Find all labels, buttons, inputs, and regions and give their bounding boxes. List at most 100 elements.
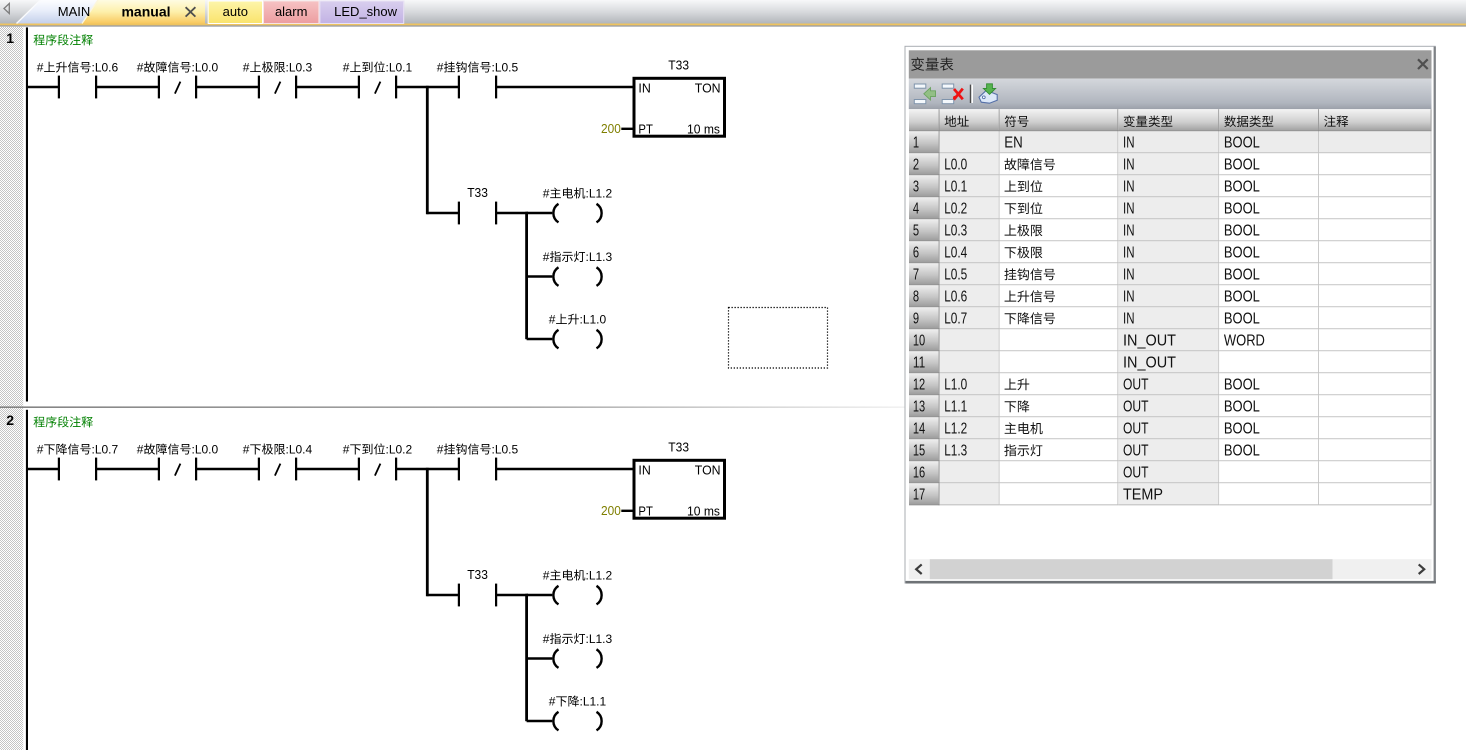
svg-text:4: 4 xyxy=(913,201,919,218)
svg-text:10 ms: 10 ms xyxy=(687,503,720,518)
svg-text::L1.2: :L1.2 xyxy=(586,569,613,583)
svg-text:LED_show: LED_show xyxy=(334,4,397,19)
svg-text:10 ms: 10 ms xyxy=(687,121,720,136)
svg-text:OUT: OUT xyxy=(1123,443,1149,460)
svg-text:16: 16 xyxy=(913,465,925,482)
svg-text:T33: T33 xyxy=(668,440,689,455)
svg-text:#: # xyxy=(543,569,550,583)
svg-text::L0.4: :L0.4 xyxy=(286,443,313,457)
svg-text:3: 3 xyxy=(913,179,919,196)
svg-text:8: 8 xyxy=(913,289,919,306)
svg-text:#: # xyxy=(37,61,44,75)
svg-text::L0.5: :L0.5 xyxy=(492,443,519,457)
svg-text:13: 13 xyxy=(913,399,925,416)
svg-text:12: 12 xyxy=(913,377,925,394)
svg-text:#: # xyxy=(437,61,444,75)
svg-text:L0.3: L0.3 xyxy=(944,223,967,240)
svg-text:L0.0: L0.0 xyxy=(944,157,967,174)
svg-text:15: 15 xyxy=(913,443,925,460)
svg-text::L1.1: :L1.1 xyxy=(580,695,607,709)
svg-text:#: # xyxy=(549,313,556,327)
svg-text:L0.1: L0.1 xyxy=(944,179,967,196)
svg-text:BOOL: BOOL xyxy=(1224,267,1260,284)
svg-text:L0.2: L0.2 xyxy=(944,201,967,218)
svg-text:EN: EN xyxy=(1004,135,1023,152)
svg-text:PT: PT xyxy=(638,121,653,136)
svg-text:WORD: WORD xyxy=(1224,333,1265,350)
svg-text:6: 6 xyxy=(913,245,919,262)
svg-text:#: # xyxy=(343,443,350,457)
svg-text:L1.1: L1.1 xyxy=(944,399,967,416)
svg-text:1: 1 xyxy=(6,30,14,46)
svg-text::L0.6: :L0.6 xyxy=(92,61,119,75)
svg-text:BOOL: BOOL xyxy=(1224,421,1260,438)
svg-text:1: 1 xyxy=(913,135,919,152)
svg-text:#: # xyxy=(543,632,550,646)
svg-text:T33: T33 xyxy=(668,58,689,73)
svg-text::L0.2: :L0.2 xyxy=(386,443,413,457)
svg-text:BOOL: BOOL xyxy=(1224,311,1260,328)
svg-text::L0.7: :L0.7 xyxy=(92,443,119,457)
svg-text:BOOL: BOOL xyxy=(1224,201,1260,218)
svg-text:TON: TON xyxy=(695,81,721,96)
svg-text:7: 7 xyxy=(913,267,919,284)
svg-text:IN: IN xyxy=(1123,179,1135,196)
svg-text:OUT: OUT xyxy=(1123,377,1149,394)
svg-text::L1.0: :L1.0 xyxy=(580,313,607,327)
svg-text:IN_OUT: IN_OUT xyxy=(1123,355,1176,372)
svg-text:#: # xyxy=(543,187,550,201)
svg-text:PT: PT xyxy=(638,503,653,518)
svg-text:2: 2 xyxy=(913,157,919,174)
svg-text:BOOL: BOOL xyxy=(1224,377,1260,394)
svg-text:BOOL: BOOL xyxy=(1224,157,1260,174)
svg-text:BOOL: BOOL xyxy=(1224,245,1260,262)
svg-text:17: 17 xyxy=(913,487,925,504)
svg-text:BOOL: BOOL xyxy=(1224,179,1260,196)
svg-text:11: 11 xyxy=(913,355,925,372)
svg-text:L0.7: L0.7 xyxy=(944,311,967,328)
svg-text:T33: T33 xyxy=(467,567,488,582)
svg-text:IN: IN xyxy=(1123,157,1135,174)
svg-text:manual: manual xyxy=(121,4,170,20)
svg-text:L1.2: L1.2 xyxy=(944,421,967,438)
svg-text:BOOL: BOOL xyxy=(1224,223,1260,240)
svg-text:#: # xyxy=(549,695,556,709)
svg-text:IN: IN xyxy=(1123,245,1135,262)
svg-text:#: # xyxy=(37,443,44,457)
svg-text:L0.5: L0.5 xyxy=(944,267,967,284)
svg-text:5: 5 xyxy=(913,223,919,240)
svg-text:IN: IN xyxy=(1123,201,1135,218)
svg-text:#: # xyxy=(543,250,550,264)
svg-text:#: # xyxy=(437,443,444,457)
svg-text:L0.6: L0.6 xyxy=(944,289,967,306)
svg-text::L0.0: :L0.0 xyxy=(192,443,219,457)
svg-text:auto: auto xyxy=(223,4,248,19)
svg-text:200: 200 xyxy=(601,121,621,136)
svg-text:BOOL: BOOL xyxy=(1224,135,1260,152)
svg-text:L1.3: L1.3 xyxy=(944,443,967,460)
svg-text:200: 200 xyxy=(601,503,621,518)
svg-text:IN: IN xyxy=(638,463,650,478)
svg-text:T33: T33 xyxy=(467,185,488,200)
svg-text:BOOL: BOOL xyxy=(1224,289,1260,306)
svg-text:OUT: OUT xyxy=(1123,399,1149,416)
svg-text:#: # xyxy=(137,443,144,457)
svg-text:#: # xyxy=(243,61,250,75)
svg-text:L1.0: L1.0 xyxy=(944,377,967,394)
svg-text:MAIN: MAIN xyxy=(58,4,91,19)
svg-text::L1.2: :L1.2 xyxy=(586,187,613,201)
svg-text:14: 14 xyxy=(913,421,925,438)
svg-text::L1.3: :L1.3 xyxy=(586,250,613,264)
svg-text::L0.5: :L0.5 xyxy=(492,61,519,75)
svg-text:TON: TON xyxy=(695,463,721,478)
svg-text::L0.3: :L0.3 xyxy=(286,61,313,75)
svg-text:BOOL: BOOL xyxy=(1224,399,1260,416)
svg-text:10: 10 xyxy=(913,333,925,350)
svg-text:IN: IN xyxy=(1123,311,1135,328)
svg-text::L0.1: :L0.1 xyxy=(386,61,413,75)
svg-text::L1.3: :L1.3 xyxy=(586,632,613,646)
svg-text:2: 2 xyxy=(6,412,14,428)
svg-text:OUT: OUT xyxy=(1123,421,1149,438)
svg-text:IN: IN xyxy=(1123,135,1135,152)
svg-text:OUT: OUT xyxy=(1123,465,1149,482)
